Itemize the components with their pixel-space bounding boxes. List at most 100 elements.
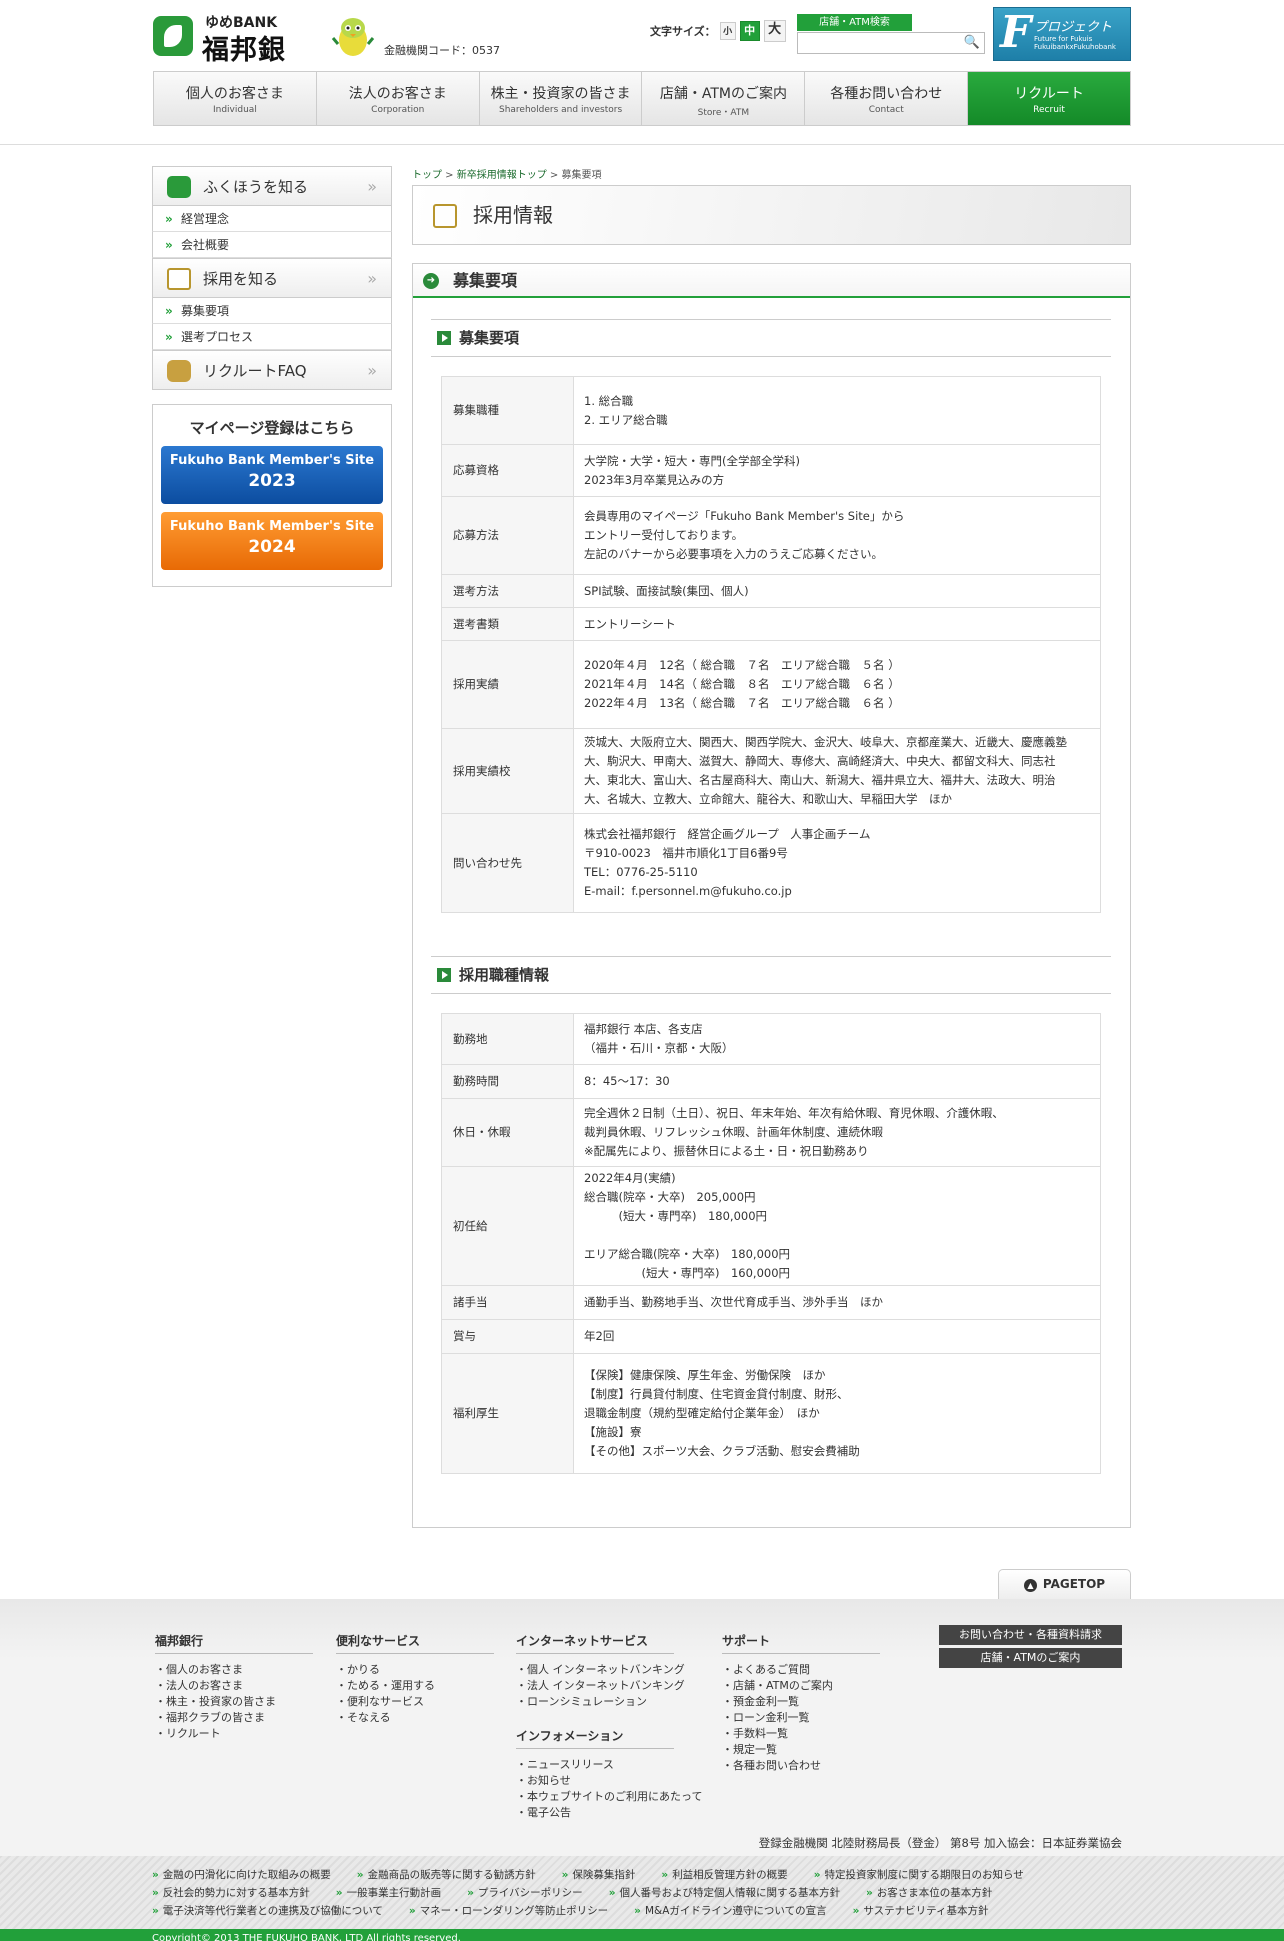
footer-link[interactable]: 法人のお客さま — [155, 1678, 313, 1694]
policy-link[interactable]: 電子決済等代行業者との連携及び協働について — [152, 1902, 383, 1920]
store-atm-button[interactable]: 店舗・ATMのご案内 — [939, 1648, 1122, 1668]
main-content: トップ > 新卒採用情報トップ > 募集要項 採用情報 ➜ 募集要項 募集要項 募… — [412, 166, 1131, 1528]
footer-link[interactable]: 福邦クラブの皆さま — [155, 1710, 313, 1726]
sidebar-recruit-faq[interactable]: リクルートFAQ» — [152, 350, 392, 390]
chevron-right-icon: » — [367, 269, 377, 288]
footer-link[interactable]: ローン金利一覧 — [722, 1710, 880, 1726]
footer-col-title: サポート — [722, 1632, 880, 1654]
footer-link[interactable]: お知らせ — [516, 1773, 702, 1789]
policy-link[interactable]: 個人番号および特定個人情報に関する基本方針 — [609, 1884, 840, 1902]
row-label: 諸手当 — [441, 1285, 574, 1320]
policy-link[interactable]: お客さま本位の基本方針 — [866, 1884, 993, 1902]
value-line: 1. 総合職 — [584, 393, 634, 408]
page-title: 採用情報 — [412, 185, 1131, 245]
store-search-input[interactable]: 🔍 — [797, 32, 985, 54]
sidebar-know-recruit[interactable]: 採用を知る» — [152, 258, 392, 298]
row-label: 初任給 — [441, 1166, 574, 1286]
chevron-right-icon: » — [367, 361, 377, 380]
row-label: 採用実績校 — [441, 728, 574, 814]
site-footer: 福邦銀行個人のお客さま法人のお客さま株主・投資家の皆さま福邦クラブの皆さまリクル… — [0, 1599, 1284, 1856]
policy-links: 金融の円滑化に向けた取組みの概要 金融商品の販売等に関する勧誘方針 保険募集指針 利益… — [0, 1856, 1284, 1929]
value-line: 2. エリア総合職 — [584, 412, 668, 427]
registration-text: 登録金融機関 北陸財務局長（登金） 第8号 加入協会：日本証券業協会 — [758, 1836, 1122, 1850]
member-site-2024-button[interactable]: Fukuho Bank Member's Site 2024 — [161, 512, 383, 570]
footer-link[interactable]: よくあるご質問 — [722, 1662, 880, 1678]
nav-store-atm[interactable]: 店舗・ATMのご案内 Store・ATM — [642, 72, 806, 125]
footer-link[interactable]: かりる — [336, 1662, 494, 1678]
footer-link[interactable]: 法人 インターネットバンキング — [516, 1678, 685, 1694]
value-line: 裁判員休暇、リフレッシュ休暇、計画年休制度、連続休暇 — [584, 1125, 883, 1139]
bank-logo[interactable]: ゆめBANK 福邦銀行 — [153, 12, 308, 105]
value-line: SPI試験、面接試験(集団、個人) — [584, 583, 749, 598]
policy-link[interactable]: 金融の円滑化に向けた取組みの概要 — [152, 1866, 331, 1884]
table-row: 問い合わせ先 株式会社福邦銀行 経営企画グループ 人事企画チーム 〒910-0023… — [441, 813, 1101, 913]
footer-link[interactable]: 株主・投資家の皆さま — [155, 1694, 313, 1710]
value-line: 2020年４月 12名（ 総合職 ７名 エリア総合職 ５名 ） — [584, 658, 900, 672]
footer-link[interactable]: ローンシミュレーション — [516, 1694, 685, 1710]
row-value: 会員専用のマイページ「Fukuho Bank Member's Site」からエ… — [573, 496, 1101, 575]
policy-link[interactable]: 保険募集指針 — [562, 1866, 635, 1884]
nav-recruit[interactable]: リクルート Recruit — [968, 72, 1130, 125]
font-size-large-button[interactable]: 大 — [763, 20, 786, 42]
footer-link[interactable]: 個人のお客さま — [155, 1662, 313, 1678]
policy-link[interactable]: 金融商品の販売等に関する勧誘方針 — [357, 1866, 536, 1884]
policy-link[interactable]: M&Aガイドライン遵守についての宣言 — [634, 1902, 827, 1920]
list-icon — [167, 268, 191, 290]
footer-link[interactable]: そなえる — [336, 1710, 494, 1726]
policy-link[interactable]: 特定投資家制度に関する期限日のお知らせ — [814, 1866, 1023, 1884]
play-icon — [437, 331, 451, 345]
pagetop-button[interactable]: ▲ PAGETOP — [998, 1569, 1131, 1599]
font-size-medium-button[interactable]: 中 — [739, 21, 760, 41]
policy-link[interactable]: マネー・ローンダリング等防止ポリシー — [409, 1902, 608, 1920]
value-line: 【保険】健康保険、厚生年金、労働保険 ほか — [584, 1368, 826, 1382]
breadcrumb-shinsotsu[interactable]: 新卒採用情報トップ — [457, 170, 547, 181]
row-value: 通勤手当、勤務地手当、次世代育成手当、渉外手当 ほか — [573, 1285, 1101, 1320]
row-value: 8：45～17：30 — [573, 1064, 1101, 1099]
footer-col-title: インフォメーション — [516, 1727, 674, 1749]
footer-link[interactable]: 店舗・ATMのご案内 — [722, 1678, 880, 1694]
nav-corporation[interactable]: 法人のお客さま Corporation — [317, 72, 480, 125]
chevron-right-icon: » — [367, 177, 377, 196]
nav-individual[interactable]: 個人のお客さま Individual — [154, 72, 317, 125]
nav-shareholders[interactable]: 株主・投資家の皆さま Shareholders and investors — [480, 72, 643, 125]
table-row: 採用実績校 茨城大、大阪府立大、関西大、関西学院大、金沢大、岐阜大、京都産業大、近… — [441, 728, 1101, 814]
footer-link[interactable]: 本ウェブサイトのご利用にあたって — [516, 1789, 702, 1805]
sidebar-know-fukuho[interactable]: ふくほうを知る» — [152, 166, 392, 206]
value-line: 〒910-0023 福井市順化1丁目6番9号 — [584, 846, 788, 860]
footer-link[interactable]: ニュースリリース — [516, 1757, 702, 1773]
sidebar-item-philosophy[interactable]: 経営理念 — [152, 206, 392, 232]
search-icon[interactable]: 🔍 — [964, 35, 980, 50]
footer-link[interactable]: 規定一覧 — [722, 1742, 880, 1758]
sidebar-item-company[interactable]: 会社概要 — [152, 232, 392, 258]
table-row: 勤務時間 8：45～17：30 — [441, 1064, 1101, 1099]
footer-link[interactable]: 電子公告 — [516, 1805, 702, 1821]
sidebar-item-requirements[interactable]: 募集要項 — [152, 298, 392, 324]
member-site-2023-button[interactable]: Fukuho Bank Member's Site 2023 — [161, 446, 383, 504]
policy-link[interactable]: 利益相反管理方針の概要 — [661, 1866, 788, 1884]
footer-link[interactable]: 預金金利一覧 — [722, 1694, 880, 1710]
value-line: 【制度】行員貸付制度、住宅資金貸付制度、財形、 — [584, 1387, 849, 1401]
footer-link[interactable]: 各種お問い合わせ — [722, 1758, 880, 1774]
breadcrumb-top[interactable]: トップ — [412, 170, 442, 181]
policy-link[interactable]: プライバシーポリシー — [467, 1884, 583, 1902]
row-label: 問い合わせ先 — [441, 813, 574, 913]
policy-link[interactable]: 反社会的勢力に対する基本方針 — [152, 1884, 310, 1902]
nav-contact[interactable]: 各種お問い合わせ Contact — [805, 72, 969, 125]
box-title: ➜ 募集要項 — [413, 264, 1130, 298]
footer-link[interactable]: リクルート — [155, 1726, 313, 1742]
play-icon — [437, 968, 451, 982]
footer-link[interactable]: 個人 インターネットバンキング — [516, 1662, 685, 1678]
policy-link[interactable]: 一般事業主行動計画 — [336, 1884, 442, 1902]
sidebar-item-process[interactable]: 選考プロセス — [152, 324, 392, 350]
f-project-banner[interactable]: F プロジェクト Future for Fukuis FukuibankxFuku… — [993, 7, 1131, 61]
footer-link[interactable]: 手数料一覧 — [722, 1726, 880, 1742]
mascot-icon — [331, 18, 375, 56]
table-row: 選考書類 エントリーシート — [441, 607, 1101, 641]
f-project-title: プロジェクト — [1034, 20, 1113, 35]
font-size-small-button[interactable]: 小 — [719, 22, 736, 40]
policy-link[interactable]: サステナビリティ基本方針 — [853, 1902, 988, 1920]
footer-link[interactable]: ためる・運用する — [336, 1678, 494, 1694]
footer-link[interactable]: 便利なサービス — [336, 1694, 494, 1710]
contact-request-button[interactable]: お問い合わせ・各種資料請求 — [939, 1625, 1122, 1645]
value-line: 大、駒沢大、甲南大、滋賀大、静岡大、専修大、高崎経済大、中央大、都留文科大、同志… — [584, 754, 1056, 768]
